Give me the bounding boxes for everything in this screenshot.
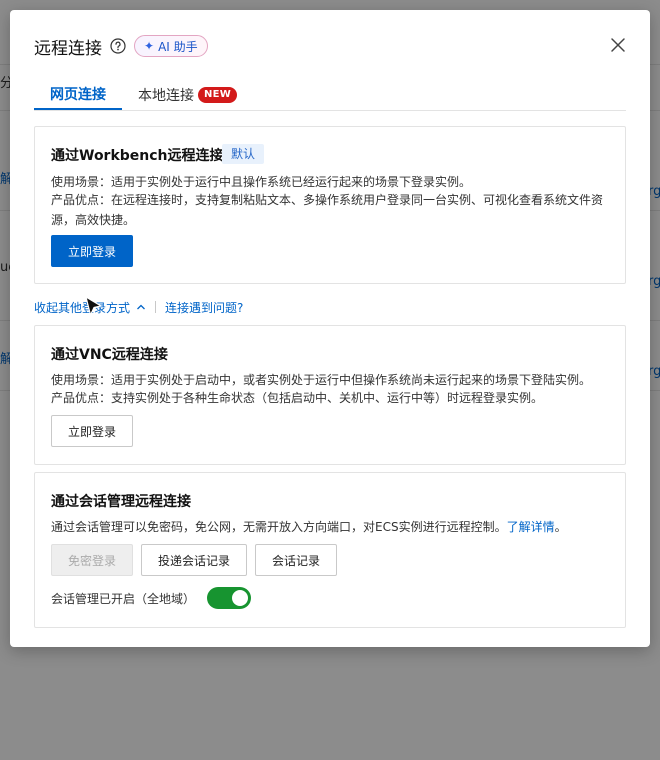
mouse-cursor-icon: [85, 296, 102, 316]
close-icon: [611, 38, 625, 52]
ai-assistant-button[interactable]: ✦ AI 助手: [134, 35, 208, 57]
workbench-login-button[interactable]: 立即登录: [51, 235, 133, 267]
vnc-card: 通过VNC远程连接 使用场景：适用于实例处于启动中，或者实例处于运行中但操作系统…: [34, 325, 626, 465]
deliver-session-records-button[interactable]: 投递会话记录: [141, 544, 247, 576]
remote-connect-dialog: 远程连接 ✦ AI 助手 网页连接 本地连接 NEW 通过Workbench远程…: [10, 10, 650, 647]
connection-problem-link[interactable]: 连接遇到问题?: [165, 299, 243, 316]
collapse-other-methods-link[interactable]: 收起其他登录方式: [34, 299, 130, 316]
tab-label: 网页连接: [50, 87, 106, 103]
session-records-button[interactable]: 会话记录: [255, 544, 337, 576]
session-title: 通过会话管理远程连接: [51, 494, 191, 510]
divider: [155, 301, 157, 313]
tab-label: 本地连接: [138, 87, 194, 104]
session-desc: 通过会话管理可以免密码，免公网，无需开放入方向端口，对ECS实例进行远程控制。了…: [51, 517, 611, 537]
vnc-scene: 使用场景：适用于实例处于启动中，或者实例处于运行中但操作系统尚未运行起来的场景下…: [51, 373, 592, 387]
workbench-title: 通过Workbench远程连接: [51, 148, 224, 164]
session-status-label: 会话管理已开启（全地域）: [51, 592, 196, 606]
question-circle-icon[interactable]: [110, 38, 126, 54]
dialog-title: 远程连接: [34, 38, 102, 59]
tab-web-connect[interactable]: 网页连接: [34, 80, 122, 110]
new-badge: NEW: [198, 86, 238, 103]
sparkle-icon: ✦: [144, 39, 155, 53]
connection-tabs: 网页连接 本地连接 NEW: [34, 80, 626, 111]
close-button[interactable]: [610, 37, 626, 53]
workbench-scene: 使用场景：适用于实例处于运行中且操作系统已经运行起来的场景下登录实例。: [51, 175, 472, 189]
vnc-title: 通过VNC远程连接: [51, 347, 168, 363]
session-desc-text: 通过会话管理可以免密码，免公网，无需开放入方向端口，对ECS实例进行远程控制。: [51, 520, 507, 534]
session-management-toggle[interactable]: [207, 587, 251, 609]
ai-assistant-label: AI 助手: [158, 39, 198, 54]
other-methods-row: 收起其他登录方式 连接遇到问题?: [34, 298, 243, 316]
toggle-knob: [232, 590, 248, 606]
default-tag: 默认: [222, 144, 265, 164]
workbench-advantage-cont: 源，高效快捷。: [51, 213, 136, 227]
tab-local-connect[interactable]: 本地连接 NEW: [138, 80, 238, 109]
vnc-login-button[interactable]: 立即登录: [51, 415, 133, 447]
passwordless-login-button[interactable]: 免密登录: [51, 544, 133, 576]
workbench-advantage: 产品优点：在远程连接时，支持复制粘贴文本、多操作系统用户登录同一台实例、可视化查…: [51, 193, 604, 207]
vnc-advantage: 产品优点：支持实例处于各种生命状态（包括启动中、关机中、运行中等）时远程登录实例…: [51, 391, 544, 405]
learn-more-link[interactable]: 了解详情: [507, 520, 555, 534]
workbench-card: 通过Workbench远程连接 默认 使用场景：适用于实例处于运行中且操作系统已…: [34, 126, 626, 284]
chevron-up-icon[interactable]: [136, 302, 146, 312]
dialog-header: 远程连接 ✦ AI 助手: [34, 32, 208, 60]
session-card: 通过会话管理远程连接 通过会话管理可以免密码，免公网，无需开放入方向端口，对EC…: [34, 472, 626, 628]
session-desc-end: 。: [554, 520, 567, 534]
